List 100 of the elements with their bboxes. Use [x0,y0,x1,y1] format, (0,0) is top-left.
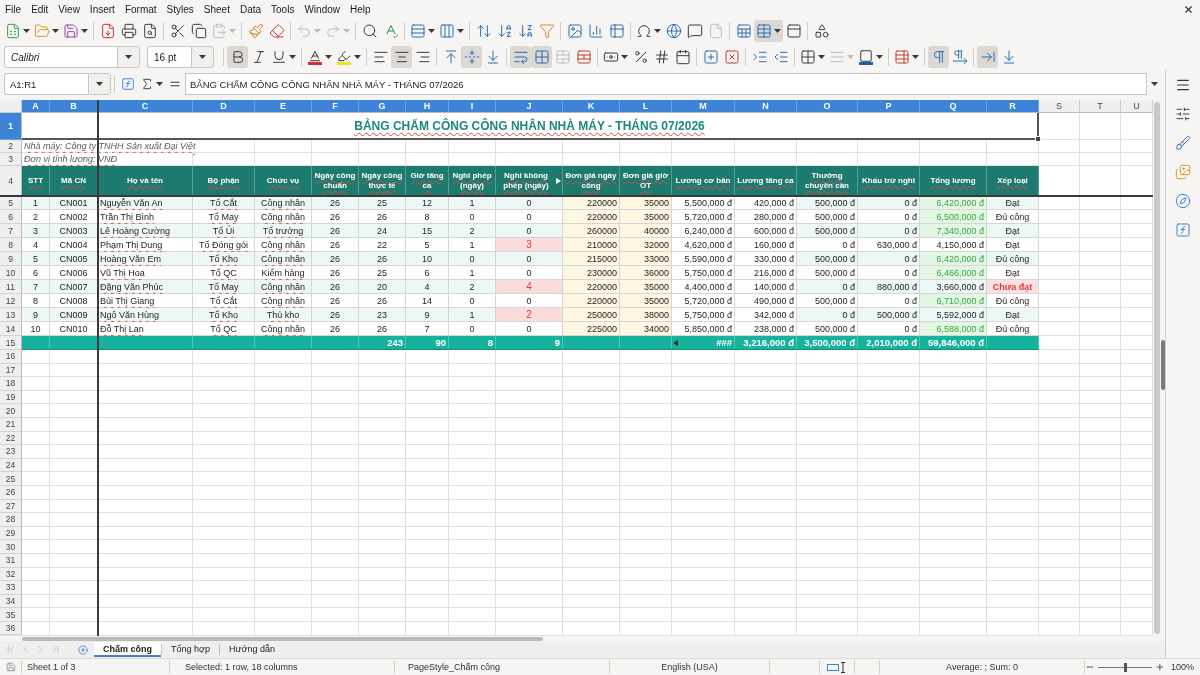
font-size-field[interactable]: 16 pt [147,46,191,68]
brush-icon[interactable] [1175,135,1191,151]
column-header[interactable]: Q [920,100,987,113]
row-header[interactable]: 2 [0,140,22,153]
row-header[interactable]: 8 [0,238,22,252]
menu-icon[interactable] [1175,77,1191,93]
column-header[interactable]: D [193,100,255,113]
row-header[interactable]: 23 [0,445,22,459]
row-header[interactable]: 15 [0,336,22,350]
row-header[interactable]: 25 [0,472,22,486]
wrap-text-button[interactable] [510,46,531,68]
column-header[interactable]: J [496,100,563,113]
add-sheet-button[interactable] [75,642,90,657]
column-header[interactable]: I [449,100,496,113]
menu-item[interactable]: Help [345,1,376,17]
font-size-dropdown[interactable] [191,46,214,68]
table-cell: 26 [359,322,406,336]
selection-mode-icon[interactable] [827,661,847,673]
column-header[interactable]: M [672,100,735,113]
row-header[interactable]: 10 [0,266,22,280]
text-horizontal-button[interactable] [977,46,998,68]
column-header[interactable]: P [858,100,920,113]
sidebar-resize-handle[interactable] [1161,340,1165,390]
menu-item[interactable]: Styles [161,1,199,17]
sheet-tab[interactable]: Chấm công [94,642,161,657]
row-header[interactable]: 1 [0,113,22,140]
row-header[interactable]: 20 [0,404,22,418]
merge-center-button[interactable] [531,46,552,68]
font-name-dropdown[interactable] [117,46,140,68]
column-header[interactable]: A [22,100,50,113]
row-header[interactable]: 28 [0,513,22,527]
name-box-dropdown[interactable] [88,73,111,95]
column-header[interactable]: R [987,100,1039,113]
column-header[interactable]: S [1039,100,1080,113]
column-header[interactable]: O [797,100,858,113]
table-cell: Tổ Kho [193,308,255,322]
menu-item[interactable]: Data [234,1,267,17]
scrollbar-thumb[interactable] [1154,102,1160,634]
row-header[interactable]: 13 [0,308,22,322]
column-header[interactable]: B [50,100,98,113]
table-cell: 0 đ [858,224,920,238]
column-header[interactable]: N [735,100,797,113]
align-middle-button[interactable] [461,46,482,68]
row-header[interactable]: 6 [0,210,22,224]
menu-item[interactable]: Window [299,1,345,17]
row-header[interactable]: 35 [0,608,22,622]
spreadsheet-grid[interactable] [0,100,1153,636]
compass-icon[interactable] [1175,193,1191,209]
menu-item[interactable]: Edit [26,1,54,17]
menu-item[interactable]: Insert [84,1,120,17]
menu-item[interactable]: View [53,1,85,17]
table-cell: 22 [359,238,406,252]
fill-handle[interactable] [1035,136,1041,142]
sheet-tab[interactable]: Tổng hợp [162,642,219,657]
zoom-in-icon[interactable] [1155,662,1165,672]
zoom-percent[interactable]: 100% [1165,660,1200,674]
row-header[interactable]: 7 [0,224,22,238]
font-name-field[interactable]: Calibri [4,46,117,68]
row-header[interactable]: 33 [0,581,22,595]
name-box-field[interactable]: A1:R1 [4,73,88,95]
row-header[interactable]: 3 [0,153,22,166]
column-header[interactable]: U [1121,100,1153,113]
language-status[interactable]: English (USA) [610,660,770,674]
image-icon [566,23,583,39]
zoom-slider-thumb[interactable] [1124,662,1127,672]
align-center-button[interactable] [391,46,412,68]
scrollbar-thumb[interactable] [22,636,543,641]
left-to-right-button[interactable] [928,46,949,68]
row-header[interactable]: 30 [0,540,22,554]
row-header[interactable]: 18 [0,377,22,391]
menu-item[interactable]: Sheet [198,1,235,17]
menu-item[interactable]: File [0,1,27,17]
column-header[interactable]: E [255,100,312,113]
function-icon[interactable] [121,77,135,91]
row-header[interactable]: 14 [0,322,22,336]
menu-item[interactable]: Tools [266,1,300,17]
column-header[interactable]: T [1080,100,1121,113]
row-header[interactable]: 9 [0,252,22,266]
close-icon[interactable] [1183,3,1194,15]
row-header[interactable]: 11 [0,280,22,294]
images-icon[interactable] [1175,164,1191,180]
function-icon[interactable] [1175,222,1191,238]
row-header[interactable]: 12 [0,294,22,308]
column-header[interactable]: L [620,100,672,113]
column-header[interactable]: F [312,100,359,113]
column-header[interactable]: G [359,100,406,113]
column-header[interactable]: K [563,100,620,113]
table-cell: 0 [496,210,563,224]
column-header[interactable]: H [406,100,449,113]
formula-input[interactable]: BẢNG CHẤM CÔNG CÔNG NHÂN NHÀ MÁY - THÁNG 07/2026 [185,73,1147,95]
page-style-status[interactable]: PageStyle_Chấm công [395,660,610,674]
freeze-button[interactable] [754,20,783,42]
sheet-tab[interactable]: Hướng dẫn [219,642,284,657]
table-cell: Lê Hoàng Cường [98,224,193,238]
bold-button[interactable] [227,46,248,68]
row-header[interactable]: 4 [0,166,22,196]
row-header[interactable]: 16 [0,350,22,364]
column-header[interactable]: C [98,100,193,113]
sliders-icon[interactable] [1175,106,1191,122]
menu-item[interactable]: Format [119,1,162,17]
